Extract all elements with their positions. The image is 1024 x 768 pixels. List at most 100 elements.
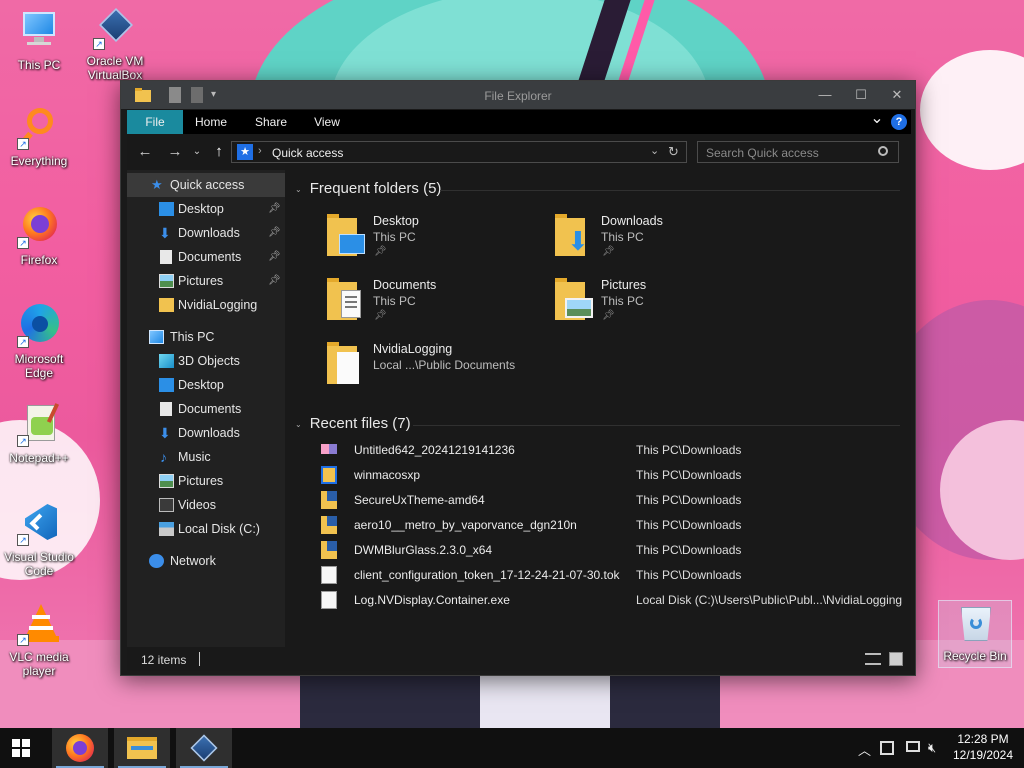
shortcut-arrow-icon: ↗ (17, 138, 29, 150)
recent-file-row[interactable]: client_configuration_token_17-12-24-21-0… (319, 563, 911, 588)
videos-icon (159, 498, 174, 512)
nav-3d-objects[interactable]: 3D Objects (127, 349, 285, 373)
details-view-icon[interactable] (865, 653, 881, 665)
nav-label: Quick access (170, 178, 245, 192)
pictures-icon (159, 274, 174, 288)
tab-home[interactable]: Home (189, 110, 233, 134)
music-note-icon: ♪ (160, 449, 167, 465)
desktop-icon-vlc[interactable]: ↗ VLC media player (3, 602, 75, 678)
taskbar: ︿ 🔇︎ 12:28 PM 12/19/2024 (0, 728, 1024, 768)
section-divider (440, 190, 900, 191)
taskbar-app-firefox[interactable] (52, 728, 108, 768)
title-bar[interactable]: ▾ File Explorer — ☐ ✕ (121, 81, 915, 109)
documents-icon (160, 250, 172, 264)
taskbar-app-file-explorer[interactable] (114, 728, 170, 768)
vlc-icon: ↗ (17, 602, 61, 646)
desktop-icon-virtualbox[interactable]: ↗ Oracle VM VirtualBox (79, 6, 151, 82)
collapse-caret-icon: ⌄ (295, 184, 302, 194)
nav-videos[interactable]: Videos (127, 493, 285, 517)
clock-date[interactable]: 12/19/2024 (950, 748, 1016, 762)
network-status-icon[interactable] (906, 741, 920, 752)
search-input[interactable]: Search Quick access (706, 146, 819, 160)
recent-file-row[interactable]: DWMBlurGlass.2.3.0_x64 This PC\Downloads (319, 538, 911, 563)
frequent-folder-documents[interactable]: Documents This PC 📌︎ (327, 278, 547, 334)
taskbar-app-virtualbox[interactable] (176, 728, 232, 768)
minimize-button[interactable]: — (807, 81, 843, 109)
help-icon[interactable]: ? (891, 114, 907, 130)
zip-badge-icon (327, 491, 337, 501)
desktop-icon-vscode[interactable]: ↗ Visual Studio Code (3, 502, 75, 578)
frequent-folders-header[interactable]: ⌄ Frequent folders (5) (295, 180, 441, 197)
nav-documents[interactable]: Documents (127, 397, 285, 421)
desktop-icon-label: Recycle Bin (943, 649, 1007, 663)
navigation-pane: ★ Quick access Desktop 📌︎ ⬇ Downloads 📌︎… (127, 170, 285, 647)
nav-quick-access[interactable]: ★ Quick access (127, 173, 285, 197)
up-arrow-icon[interactable]: ↑ (209, 142, 229, 162)
tab-file[interactable]: File (127, 110, 183, 134)
nav-network[interactable]: Network (127, 549, 285, 573)
tab-share[interactable]: Share (247, 110, 295, 134)
maximize-button[interactable]: ☐ (843, 81, 879, 109)
volume-muted-icon[interactable]: 🔇︎ (928, 740, 936, 756)
frequent-folder-downloads[interactable]: ⬇ Downloads This PC 📌︎ (555, 214, 775, 270)
recent-file-row[interactable]: aero10__metro_by_vaporvance_dgn210n This … (319, 513, 911, 538)
close-button[interactable]: ✕ (879, 81, 915, 109)
recent-files-header[interactable]: ⌄ Recent files (7) (295, 415, 411, 432)
nav-pictures[interactable]: Pictures (127, 469, 285, 493)
nav-pinned-nvidialogging[interactable]: NvidiaLogging (127, 293, 285, 317)
nav-downloads[interactable]: ⬇ Downloads (127, 421, 285, 445)
forward-arrow-icon[interactable]: → (165, 142, 185, 162)
nav-pinned-desktop[interactable]: Desktop 📌︎ (127, 197, 285, 221)
search-icon[interactable] (878, 146, 888, 156)
frequent-folder-pictures[interactable]: Pictures This PC 📌︎ (555, 278, 775, 334)
recent-file-row[interactable]: Untitled642_20241219141236 This PC\Downlo… (319, 438, 911, 463)
desktop-icon-firefox[interactable]: ↗ Firefox (3, 205, 75, 267)
documents-folder-icon (327, 278, 365, 322)
nav-label: Documents (178, 402, 242, 416)
firefox-icon: ↗ (17, 205, 61, 249)
frequent-folder-nvidialogging[interactable]: NvidiaLogging Local ...\Public Documents (327, 342, 587, 398)
nav-this-pc[interactable]: This PC (127, 325, 285, 349)
clock-time[interactable]: 12:28 PM (950, 732, 1016, 746)
address-dropdown-icon[interactable]: ⌄ (650, 144, 659, 157)
frequent-folder-desktop[interactable]: Desktop This PC 📌︎ (327, 214, 547, 270)
start-button[interactable] (0, 728, 48, 768)
refresh-icon[interactable]: ↻ (668, 144, 679, 160)
file-name: SecureUxTheme-amd64 (354, 493, 485, 507)
nav-label: Pictures (178, 274, 224, 288)
recent-file-row[interactable]: winmacosxp This PC\Downloads (319, 463, 911, 488)
desktop-icon-everything[interactable]: ↗ Everything (3, 106, 75, 168)
security-shield-icon[interactable] (880, 741, 894, 755)
large-icons-view-icon[interactable] (889, 652, 903, 666)
address-bar[interactable]: ★ › Quick access ⌄ ↻ (231, 141, 687, 163)
ribbon-collapse-icon[interactable]: ⌄ (867, 110, 887, 134)
shortcut-arrow-icon: ↗ (17, 336, 29, 348)
nav-desktop[interactable]: Desktop (127, 373, 285, 397)
downloads-arrow-icon: ⬇ (159, 425, 171, 441)
nav-pinned-pictures[interactable]: Pictures 📌︎ (127, 269, 285, 293)
show-hidden-icons-icon[interactable]: ︿ (858, 740, 871, 759)
desktop-icon-notepadpp[interactable]: ↗ Notepad++ (3, 403, 75, 465)
search-box[interactable]: Search Quick access (697, 141, 899, 163)
file-explorer-window[interactable]: ▾ File Explorer — ☐ ✕ File Home Share Vi… (120, 80, 916, 676)
pin-icon: 📌︎ (374, 246, 387, 257)
nav-local-disk-c[interactable]: Local Disk (C:) (127, 517, 285, 541)
desktop-icon-recycle-bin[interactable]: Recycle Bin (938, 600, 1012, 668)
nav-label: Documents (178, 250, 242, 264)
desktop-icon-this-pc[interactable]: This PC (3, 10, 75, 72)
breadcrumb-quick-access[interactable]: Quick access (272, 146, 343, 160)
recent-locations-chevron-icon[interactable]: ⌄ (187, 142, 207, 162)
recent-file-row[interactable]: SecureUxTheme-amd64 This PC\Downloads (319, 488, 911, 513)
folder-name: Desktop (373, 214, 419, 228)
desktop-icon-edge[interactable]: ↗ Microsoft Edge (3, 304, 75, 380)
recent-file-row[interactable]: Log.NVDisplay.Container.exe Local Disk (C… (319, 588, 911, 613)
tab-view[interactable]: View (305, 110, 349, 134)
folder-name: Downloads (601, 214, 663, 228)
nav-pinned-downloads[interactable]: ⬇ Downloads 📌︎ (127, 221, 285, 245)
nav-music[interactable]: ♪ Music (127, 445, 285, 469)
folder-name: NvidiaLogging (373, 342, 453, 356)
firefox-globe-icon (73, 741, 87, 755)
back-arrow-icon[interactable]: ← (135, 142, 155, 162)
nav-pinned-documents[interactable]: Documents 📌︎ (127, 245, 285, 269)
edge-icon: ↗ (17, 304, 61, 348)
